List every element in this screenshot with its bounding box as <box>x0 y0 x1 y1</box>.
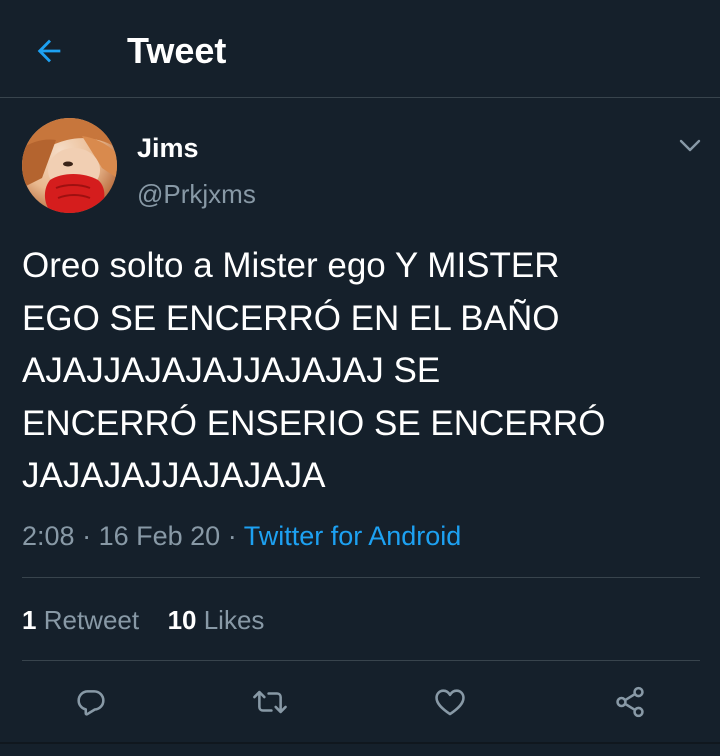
reply-button[interactable] <box>69 680 113 724</box>
author-name[interactable]: Jims <box>137 132 199 164</box>
tweet-text-line: EGO SE ENCERRÓ EN EL BAÑO <box>22 298 560 338</box>
share-icon <box>616 686 644 718</box>
tweet-actions <box>0 680 720 724</box>
chevron-down-icon <box>679 139 701 152</box>
likes-stat[interactable]: 10 Likes <box>168 605 265 635</box>
top-app-bar: Tweet <box>0 0 720 98</box>
tweet-date: 16 Feb 20 <box>98 521 221 551</box>
tweet-text-line: Oreo solto a Mister ego Y MISTER <box>22 246 560 285</box>
retweets-label: Retweet <box>43 605 140 635</box>
back-button[interactable] <box>30 32 68 70</box>
tweet-metadata: 2:08 · 16 Feb 20 · Twitter for Android <box>22 518 461 554</box>
tweet-text-line: ENCERRÓ ENSERIO SE ENCERRÓ <box>22 403 606 443</box>
avatar[interactable] <box>22 118 117 213</box>
page-title: Tweet <box>127 30 227 71</box>
retweets-stat[interactable]: 1 Retweet <box>22 605 146 635</box>
arrow-left-icon <box>37 39 61 63</box>
tweet-time: 2:08 <box>22 521 75 551</box>
separator: · <box>227 521 237 551</box>
tweet-text-line: JAJAJAJJAJAJAJA <box>22 456 326 495</box>
separator: · <box>82 521 92 551</box>
like-icon <box>435 689 465 716</box>
tweet-stats: 1 Retweet 10 Likes <box>22 602 264 638</box>
tweet-source-link[interactable]: Twitter for Android <box>244 521 462 551</box>
avatar-image <box>22 118 117 213</box>
more-options-button[interactable] <box>676 132 704 160</box>
author-handle[interactable]: @Prkjxms <box>137 178 256 210</box>
divider <box>22 660 700 661</box>
retweets-count: 1 <box>22 605 37 635</box>
divider <box>0 742 720 744</box>
like-button[interactable] <box>428 680 472 724</box>
likes-count: 10 <box>167 605 197 635</box>
tweet-text-line: AJAJJAJAJAJJAJAJAJ SE <box>22 351 441 390</box>
retweet-icon <box>253 690 287 714</box>
tweet-text: Oreo solto a Mister ego Y MISTER EGO SE … <box>22 240 702 503</box>
divider <box>22 577 700 578</box>
likes-label: Likes <box>203 605 265 635</box>
share-button[interactable] <box>608 680 652 724</box>
reply-icon <box>77 690 105 716</box>
retweet-button[interactable] <box>248 680 292 724</box>
